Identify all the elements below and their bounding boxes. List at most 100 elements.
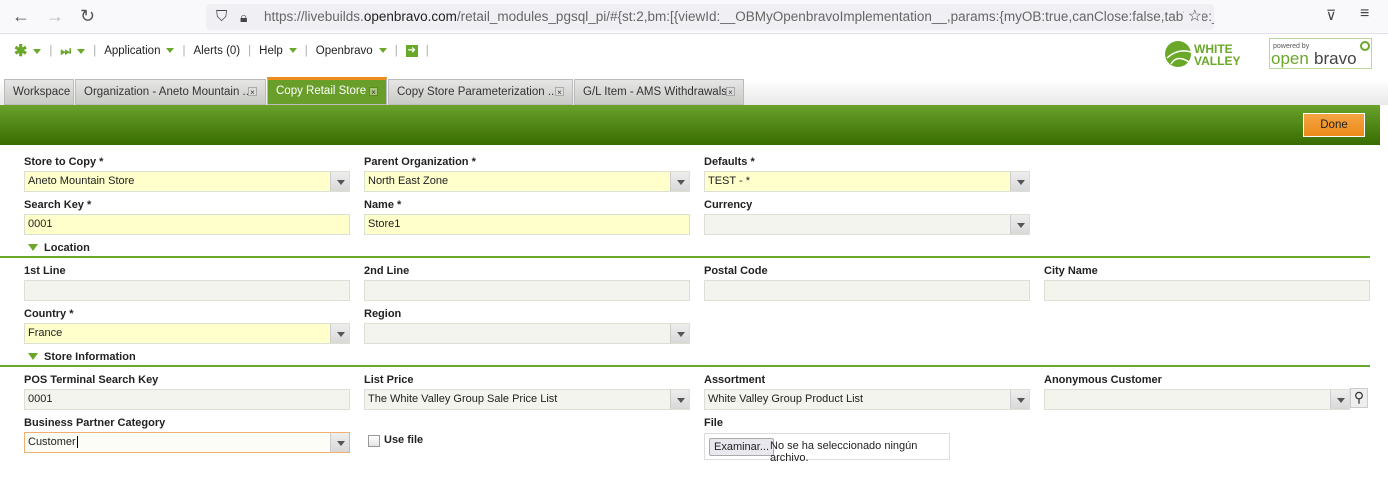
bookmark-star-icon[interactable]: ☆ [1183, 4, 1202, 30]
postal-code-label: Postal Code [704, 265, 768, 277]
defaults-label: Defaults * [704, 156, 755, 168]
search-key-input[interactable]: 0001 [24, 214, 350, 235]
powered-by-openbravo-logo: powered by open bravo [1269, 38, 1372, 69]
chevron-down-icon[interactable] [1010, 215, 1029, 234]
browser-toolbar: ← → ↻ ⛉ 🔒︎ https://livebuilds.openbravo.… [0, 0, 1388, 34]
tab-label: Copy Retail Store [276, 85, 367, 97]
first-line-label: 1st Line [24, 265, 66, 277]
chevron-down-icon[interactable] [670, 324, 689, 343]
text-cursor [76, 436, 78, 448]
svg-text:open: open [1271, 49, 1309, 68]
second-line-input[interactable] [364, 280, 690, 301]
anonymous-customer-select[interactable] [1044, 389, 1350, 410]
parent-org-select[interactable]: North East Zone [364, 171, 690, 192]
store-to-copy-select[interactable]: Aneto Mountain Store [24, 171, 350, 192]
lock-icon: 🔒︎ [240, 9, 248, 25]
white-valley-logo: WHITE VALLEY [1165, 41, 1240, 68]
file-input[interactable]: Examinar... No se ha seleccionado ningún… [704, 433, 950, 464]
tab-label: Workspace [13, 86, 71, 98]
use-file-checkbox[interactable] [368, 435, 380, 447]
currency-select[interactable] [704, 214, 1030, 235]
chevron-down-icon[interactable] [330, 324, 349, 343]
chevron-down-icon[interactable] [330, 433, 349, 452]
help-menu[interactable]: Help [259, 45, 297, 57]
tab-bar: Workspace Organization - Aneto Mountain … [0, 77, 1388, 105]
use-file-label: Use file [384, 434, 424, 446]
name-label: Name * [364, 199, 402, 211]
assortment-value: White Valley Group Product List [708, 393, 864, 405]
quick-launch-icon[interactable]: ✱ [14, 41, 42, 61]
application-menu[interactable]: Application [104, 45, 175, 57]
bp-category-value: Customer [28, 436, 76, 448]
bp-category-label: Business Partner Category [24, 417, 166, 429]
anonymous-customer-label: Anonymous Customer [1044, 374, 1162, 386]
tab-copy-store-parameterization[interactable]: Copy Store Parameterization ... × [388, 79, 573, 105]
close-icon[interactable]: × [555, 87, 564, 97]
url-path: /retail_modules_pgsql_pi/#{st:2,bm:[{vie… [456, 9, 1214, 24]
tab-label: Copy Store Parameterization ... [397, 86, 558, 98]
done-button[interactable]: Done [1303, 113, 1365, 137]
pos-terminal-key-label: POS Terminal Search Key [24, 374, 159, 386]
pos-terminal-key-input[interactable]: 0001 [24, 389, 350, 410]
location-section-title: Location [44, 242, 90, 254]
tab-organization[interactable]: Organization - Aneto Mountain ... × [75, 79, 266, 105]
parent-org-value: North East Zone [368, 175, 449, 187]
svg-text:VALLEY: VALLEY [1194, 54, 1240, 68]
pocket-icon[interactable]: ⊽ [1326, 7, 1336, 24]
application-label: Application [104, 45, 161, 57]
close-icon[interactable]: × [369, 87, 378, 97]
chevron-down-icon[interactable] [670, 390, 689, 409]
url-bar[interactable]: ⛉ 🔒︎ https://livebuilds.openbravo.com/re… [206, 4, 1214, 30]
close-icon[interactable]: × [248, 87, 257, 97]
name-input[interactable]: Store1 [364, 214, 690, 235]
defaults-select[interactable]: TEST - * [704, 171, 1030, 192]
menu-icon[interactable]: ≡ [1360, 5, 1369, 23]
tab-gl-item[interactable]: G/L Item - AMS Withdrawals × [574, 79, 744, 105]
assortment-label: Assortment [704, 374, 766, 386]
chevron-down-icon[interactable] [330, 172, 349, 191]
logout-icon[interactable]: ➜ [405, 45, 418, 57]
chevron-down-icon[interactable] [1330, 390, 1349, 409]
parent-org-label: Parent Organization * [364, 156, 476, 168]
file-label: File [704, 417, 723, 429]
list-price-label: List Price [364, 374, 414, 386]
region-select[interactable] [364, 323, 690, 344]
tab-label: Organization - Aneto Mountain ... [84, 86, 253, 98]
location-section-header[interactable]: Location [28, 242, 90, 254]
url-text: https://livebuilds. [264, 9, 364, 24]
assortment-select[interactable]: White Valley Group Product List [704, 389, 1030, 410]
chevron-down-icon[interactable] [1010, 390, 1029, 409]
store-info-section-header[interactable]: Store Information [28, 351, 136, 363]
reload-icon[interactable]: ↻ [80, 6, 95, 27]
help-label: Help [259, 45, 283, 57]
search-key-label: Search Key * [24, 199, 92, 211]
city-name-input[interactable] [1044, 280, 1370, 301]
browse-button[interactable]: Examinar... [709, 438, 775, 456]
second-line-label: 2nd Line [364, 265, 410, 277]
forward-icon[interactable]: → [46, 6, 64, 27]
bp-category-select[interactable]: Customer [24, 432, 350, 453]
url-domain: openbravo.com [363, 9, 457, 24]
currency-label: Currency [704, 199, 753, 211]
country-select[interactable]: France [24, 323, 350, 344]
svg-text:bravo: bravo [1314, 49, 1357, 68]
tab-copy-retail-store[interactable]: Copy Retail Store × [267, 77, 387, 105]
section-divider [0, 365, 1370, 367]
country-label: Country * [24, 308, 74, 320]
section-divider [0, 256, 1370, 258]
back-icon[interactable]: ← [12, 6, 30, 27]
list-price-value: The White Valley Group Sale Price List [368, 393, 558, 405]
first-line-input[interactable] [24, 280, 350, 301]
shield-icon: ⛉ [216, 8, 228, 25]
openbravo-menu[interactable]: Openbravo [316, 45, 387, 57]
close-icon[interactable]: × [726, 87, 735, 97]
tab-workspace[interactable]: Workspace [4, 79, 74, 105]
search-icon[interactable]: ⚲ [1350, 388, 1368, 408]
collapse-triangle-icon [28, 353, 38, 360]
chevron-down-icon[interactable] [670, 172, 689, 191]
alerts-link[interactable]: Alerts (0) [193, 45, 240, 57]
chevron-down-icon[interactable] [1010, 172, 1029, 191]
postal-code-input[interactable] [704, 280, 1030, 301]
recent-views-icon[interactable]: ⏭ [60, 44, 86, 59]
list-price-select[interactable]: The White Valley Group Sale Price List [364, 389, 690, 410]
